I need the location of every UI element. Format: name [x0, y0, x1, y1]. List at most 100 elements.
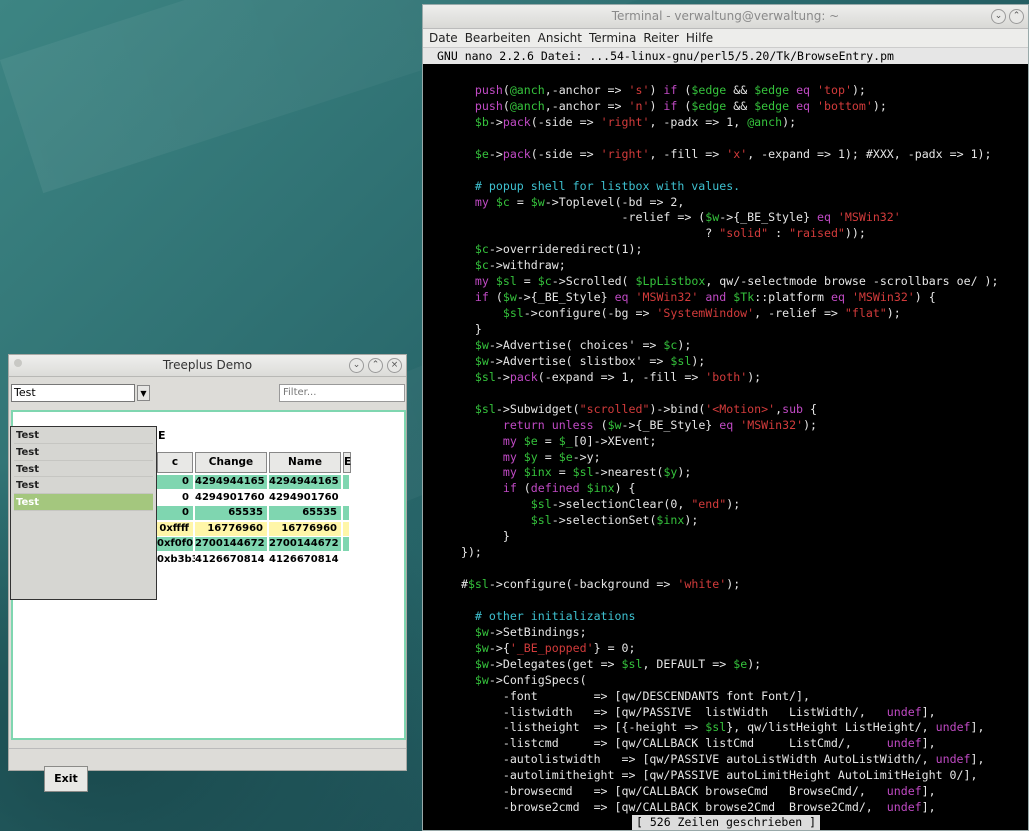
table-cell[interactable]: 65535: [195, 506, 267, 520]
terminal-title: Terminal - verwaltung@verwaltung: ~: [611, 9, 840, 23]
table-cell[interactable]: [343, 475, 349, 489]
code-line: -listheight => [{-height => $sl}, qw/lis…: [447, 720, 985, 735]
exit-button[interactable]: Exit: [44, 766, 88, 792]
code-line: my $e = $_[0]->XEvent;: [502, 433, 657, 448]
list-item[interactable]: Test: [14, 477, 153, 495]
code-line: return unless ($w->{_BE_Style} eq 'MSWin…: [502, 417, 818, 432]
column-header-name[interactable]: Name: [269, 452, 341, 473]
code-line: my $inx = $sl->nearest($y);: [502, 465, 692, 480]
table-cell[interactable]: [343, 506, 349, 520]
menu-bearbeiten[interactable]: Bearbeiten: [463, 29, 536, 47]
minimize-icon[interactable]: ⌄: [991, 9, 1006, 24]
table-cell[interactable]: 16776960: [269, 521, 341, 536]
table-cell[interactable]: 4294944165: [269, 475, 341, 489]
close-icon[interactable]: ×: [387, 358, 402, 373]
table-cell[interactable]: 0xffff: [157, 521, 193, 536]
table-cell[interactable]: 16776960: [195, 521, 267, 536]
menu-reiter[interactable]: Reiter: [641, 29, 684, 47]
tab-e[interactable]: E: [158, 429, 166, 442]
code-line: $sl->selectionSet($inx);: [530, 513, 699, 528]
table-cell[interactable]: 4126670814: [195, 552, 267, 567]
list-item[interactable]: Test: [14, 444, 153, 461]
nano-status-message: [ 526 Zeilen geschrieben ]: [632, 815, 821, 830]
code-line: $w->ConfigSpecs(: [474, 672, 587, 687]
combo-dropdown-list[interactable]: Test Test Test Test Test: [10, 426, 157, 600]
menu-terminal[interactable]: Termina: [587, 29, 641, 47]
code-editor[interactable]: push(@anch,-anchor => 's') if ($edge && …: [423, 67, 1028, 830]
code-line: -browse2cmd => [qw/CALLBACK browse2Cmd B…: [447, 800, 936, 815]
table-cell[interactable]: 4126670814: [269, 552, 341, 567]
filter-input[interactable]: Filter...: [279, 384, 405, 402]
column-header-partial[interactable]: E: [343, 452, 351, 473]
code-line: $e->pack(-side => 'right', -fill => 'x',…: [474, 146, 992, 161]
code-line: push(@anch,-anchor => 'n') if ($edge && …: [474, 98, 887, 113]
column-header-partial[interactable]: c: [157, 452, 193, 473]
code-line: # popup shell for listbox with values.: [447, 178, 741, 193]
code-line: }: [447, 529, 510, 544]
code-line: # other initializations: [447, 608, 636, 623]
code-line: if (defined $inx) {: [502, 481, 636, 496]
table-cell[interactable]: 2700144672: [269, 537, 341, 551]
code-line: $c->withdraw;: [474, 258, 566, 273]
column-header-change[interactable]: Change: [195, 452, 267, 473]
code-line: ? "solid" : "raised"));: [447, 226, 866, 241]
chevron-down-icon[interactable]: ▼: [137, 385, 150, 401]
code-line: my $y = $e->y;: [502, 449, 601, 464]
treeplus-title: Treeplus Demo: [162, 358, 253, 372]
menu-hilfe[interactable]: Hilfe: [684, 29, 718, 47]
code-line: $w->Advertise( choices' => $c);: [474, 337, 692, 352]
treeplus-window[interactable]: Treeplus Demo ⌄ ⌃ × Test ▼ Filter... E c…: [8, 354, 407, 792]
nano-header: GNU nano 2.2.6 Datei: ...54-linux-gnu/pe…: [423, 48, 1028, 64]
table-cell[interactable]: 65535: [269, 506, 341, 520]
table-cell[interactable]: 0: [157, 506, 193, 520]
list-item[interactable]: Test: [14, 461, 153, 478]
code-line: $w->Advertise( slistbox' => $sl);: [474, 353, 706, 368]
code-line: -autolistwidth => [qw/PASSIVE autoListWi…: [447, 752, 985, 767]
table-cell[interactable]: 4294901760: [195, 490, 267, 505]
terminal-titlebar[interactable]: Terminal - verwaltung@verwaltung: ~ ⌄ ⌃: [423, 5, 1028, 29]
table-cell[interactable]: [343, 537, 349, 551]
terminal-menubar: Date Bearbeiten Ansicht Termina Reiter H…: [423, 29, 1028, 48]
code-line: -listwidth => [qw/PASSIVE listWidth List…: [447, 704, 936, 719]
code-line: -browsecmd => [qw/CALLBACK browseCmd Bro…: [447, 784, 936, 799]
menu-ansicht[interactable]: Ansicht: [536, 29, 587, 47]
minimize-icon[interactable]: ⌄: [349, 358, 364, 373]
code-line: $sl->configure(-bg => 'SystemWindow', -r…: [502, 306, 901, 321]
code-line: $w->Delegates(get => $sl, DEFAULT => $e)…: [474, 656, 762, 671]
list-item-selected[interactable]: Test: [14, 494, 153, 511]
table-cell[interactable]: 2700144672: [195, 537, 267, 551]
maximize-icon[interactable]: ⌃: [1009, 9, 1024, 24]
code-line: -font => [qw/DESCENDANTS font Font/],: [447, 688, 810, 703]
menu-datei[interactable]: Date: [427, 29, 463, 47]
browse-entry-input[interactable]: Test: [11, 384, 135, 402]
table-cell[interactable]: 4294901760: [269, 490, 341, 505]
table-cell[interactable]: [343, 521, 349, 536]
table-cell[interactable]: 0: [157, 475, 193, 489]
table-cell[interactable]: 0xf0f0: [157, 537, 193, 551]
maximize-icon[interactable]: ⌃: [368, 358, 383, 373]
code-line: $w->SetBindings;: [474, 624, 587, 639]
code-line: my $sl = $c->Scrolled( $LpListbox, qw/-s…: [474, 274, 999, 289]
code-line: my $c = $w->Toplevel(-bd => 2,: [474, 194, 685, 209]
code-line: $sl->selectionClear(0, "end");: [530, 497, 741, 512]
code-line: if ($w->{_BE_Style} eq 'MSWin32' and $Tk…: [474, 290, 936, 305]
table-cell[interactable]: 4294944165: [195, 475, 267, 489]
code-line: -autolimitheight => [qw/PASSIVE autoLimi…: [447, 768, 978, 783]
table-cell[interactable]: 0xb3b3: [157, 552, 199, 567]
code-line: });: [447, 545, 482, 560]
code-line: push(@anch,-anchor => 's') if ($edge && …: [474, 82, 866, 97]
code-line: $sl->pack(-expand => 1, -fill => 'both')…: [474, 369, 762, 384]
code-line: $w->{'_BE_popped'} = 0;: [474, 640, 636, 655]
code-line: -listcmd => [qw/CALLBACK listCmd ListCmd…: [447, 736, 936, 751]
treeplus-titlebar[interactable]: Treeplus Demo ⌄ ⌃ ×: [9, 355, 406, 377]
list-item[interactable]: Test: [14, 427, 153, 444]
table-cell[interactable]: 0: [157, 490, 193, 505]
code-line: }: [447, 322, 482, 336]
terminal-window[interactable]: Terminal - verwaltung@verwaltung: ~ ⌄ ⌃ …: [422, 4, 1029, 831]
code-line: $sl->Subwidget("scrolled")->bind('<Motio…: [474, 401, 818, 416]
